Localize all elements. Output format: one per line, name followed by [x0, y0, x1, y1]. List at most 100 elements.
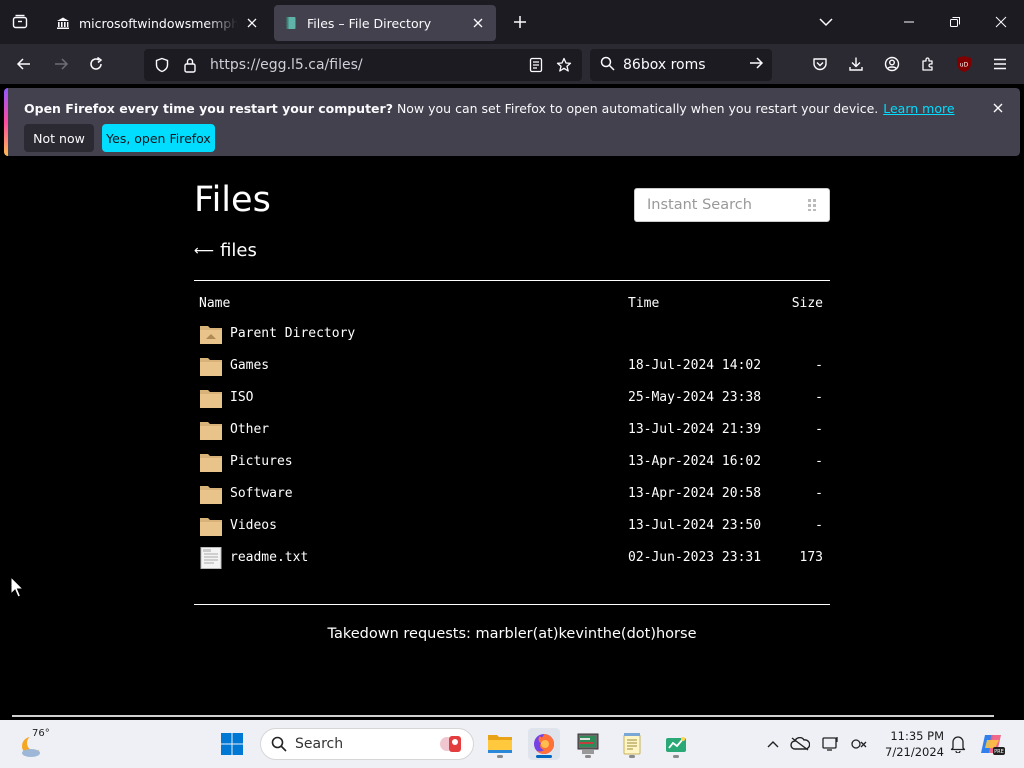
instant-search-box[interactable]: [634, 188, 830, 222]
taskbar-clock[interactable]: 11:35 PM 7/21/2024: [876, 728, 944, 760]
copilot-button[interactable]: PRE: [976, 728, 1008, 760]
tab-strip: microsoftwindowsmemphisbu Files – File D…: [0, 0, 1024, 44]
network-button[interactable]: [846, 736, 872, 752]
column-size-header[interactable]: Size: [792, 296, 823, 311]
bookmark-star-icon[interactable]: [550, 57, 578, 73]
ublock-button[interactable]: uD: [946, 48, 982, 80]
tab-files-directory[interactable]: Files – File Directory: [274, 5, 496, 41]
restore-button[interactable]: [932, 0, 978, 44]
notification-bold-text: Open Firefox every time you restart your…: [24, 101, 393, 116]
clock-date: 7/21/2024: [885, 745, 944, 759]
tab-overflow-button[interactable]: [812, 10, 840, 34]
search-bar[interactable]: 86box roms: [590, 49, 772, 81]
folder-icon: [200, 518, 222, 536]
table-row[interactable]: readme.txt 02-Jun-2023 23:31 173: [194, 542, 830, 574]
file-time: 25-May-2024 23:38: [628, 390, 762, 405]
notification-text: Now you can set Firefox to open automati…: [396, 101, 879, 116]
extensions-button[interactable]: [910, 48, 946, 80]
file-listing: Name Time Size Parent Directory Games 18…: [194, 288, 830, 574]
not-now-button[interactable]: Not now: [24, 124, 94, 152]
tab-list-icon: [12, 14, 28, 29]
taskbar-firefox[interactable]: [528, 728, 560, 760]
network-disconnected-icon: [851, 739, 867, 749]
file-time: 13-Jul-2024 23:50: [628, 518, 762, 533]
table-row[interactable]: Games 18-Jul-2024 14:02 -: [194, 350, 830, 382]
file-time: 13-Apr-2024 20:58: [628, 486, 762, 501]
account-button[interactable]: [874, 48, 910, 80]
list-all-tabs-button[interactable]: [0, 0, 40, 44]
navigation-toolbar: https://egg.l5.ca/files/ 86box roms uD: [0, 44, 1024, 84]
shield-icon[interactable]: [148, 57, 176, 73]
file-explorer-icon: [488, 735, 512, 753]
forward-button[interactable]: [44, 48, 78, 80]
divider-bottom: [194, 604, 830, 605]
file-name-link[interactable]: Software: [230, 483, 293, 505]
close-icon: [993, 103, 1003, 113]
url-text[interactable]: https://egg.l5.ca/files/: [210, 57, 522, 73]
table-row[interactable]: ISO 25-May-2024 23:38 -: [194, 382, 830, 414]
table-row[interactable]: Videos 13-Jul-2024 23:50 -: [194, 510, 830, 542]
file-time: 13-Apr-2024 16:02: [628, 454, 762, 469]
table-row[interactable]: Software 13-Apr-2024 20:58 -: [194, 478, 830, 510]
chevron-up-icon: [767, 741, 779, 748]
page-bottom-edge: [12, 715, 994, 717]
start-button[interactable]: [216, 728, 248, 760]
restore-icon: [950, 17, 960, 27]
weather-widget[interactable]: 76°: [16, 726, 56, 762]
app-menu-button[interactable]: [982, 48, 1018, 80]
back-button[interactable]: [7, 48, 41, 80]
folder-icon: [200, 454, 222, 472]
search-input[interactable]: 86box roms: [623, 57, 748, 73]
show-hidden-icons-button[interactable]: [762, 740, 784, 748]
reload-button[interactable]: [79, 48, 113, 80]
pocket-button[interactable]: [802, 48, 838, 80]
table-row[interactable]: Parent Directory: [194, 318, 830, 350]
reader-view-icon[interactable]: [522, 57, 550, 73]
copilot-icon: PRE: [981, 735, 1005, 755]
taskbar-notepad[interactable]: [616, 728, 648, 760]
minimize-button[interactable]: [886, 0, 932, 44]
learn-more-link[interactable]: Learn more: [883, 101, 954, 116]
file-name-link[interactable]: readme.txt: [230, 547, 308, 569]
tab-close-icon[interactable]: [470, 15, 486, 31]
tab-close-icon[interactable]: [244, 15, 260, 31]
taskbar-search[interactable]: Search: [260, 728, 474, 760]
search-go-icon[interactable]: [748, 55, 764, 75]
taskbar-86box[interactable]: [572, 728, 604, 760]
column-time-header[interactable]: Time: [628, 296, 659, 311]
column-name-header[interactable]: Name: [199, 296, 230, 311]
file-time: 13-Jul-2024 21:39: [628, 422, 762, 437]
instant-search-input[interactable]: [647, 197, 797, 213]
display-button[interactable]: [816, 736, 846, 752]
breadcrumb-label[interactable]: files: [220, 240, 257, 261]
new-tab-button[interactable]: [502, 4, 538, 40]
pocket-icon: [813, 58, 827, 71]
search-icon: [600, 56, 615, 75]
folder-up-icon: [200, 326, 222, 344]
file-name-link[interactable]: ISO: [230, 387, 253, 409]
tab-memphis[interactable]: microsoftwindowsmemphisbu: [46, 5, 270, 41]
breadcrumb[interactable]: ⟵ files: [194, 240, 257, 261]
lock-icon[interactable]: [176, 57, 204, 73]
puzzle-icon: [922, 57, 933, 71]
notification-close-button[interactable]: [990, 100, 1006, 116]
table-row[interactable]: Other 13-Jul-2024 21:39 -: [194, 414, 830, 446]
taskbar-app[interactable]: [660, 728, 692, 760]
taskbar-file-explorer[interactable]: [484, 728, 516, 760]
onedrive-button[interactable]: [784, 737, 816, 751]
file-name-link[interactable]: Pictures: [230, 451, 293, 473]
windows-taskbar: 76° Search 11:35 PM 7/21/2024 PRE: [0, 720, 1024, 768]
file-name-link[interactable]: Other: [230, 419, 269, 441]
address-bar[interactable]: https://egg.l5.ca/files/: [144, 49, 582, 81]
toolbar-buttons: uD: [802, 48, 1018, 80]
notifications-button[interactable]: [942, 728, 974, 760]
file-name-link[interactable]: Games: [230, 355, 269, 377]
table-row[interactable]: Pictures 13-Apr-2024 16:02 -: [194, 446, 830, 478]
downloads-button[interactable]: [838, 48, 874, 80]
close-window-button[interactable]: [978, 0, 1024, 44]
file-name-link[interactable]: Parent Directory: [230, 323, 355, 345]
back-arrow-icon: ⟵: [194, 242, 215, 259]
file-name-link[interactable]: Videos: [230, 515, 277, 537]
folder-icon: [200, 390, 222, 408]
open-firefox-button[interactable]: Yes, open Firefox: [102, 124, 215, 152]
